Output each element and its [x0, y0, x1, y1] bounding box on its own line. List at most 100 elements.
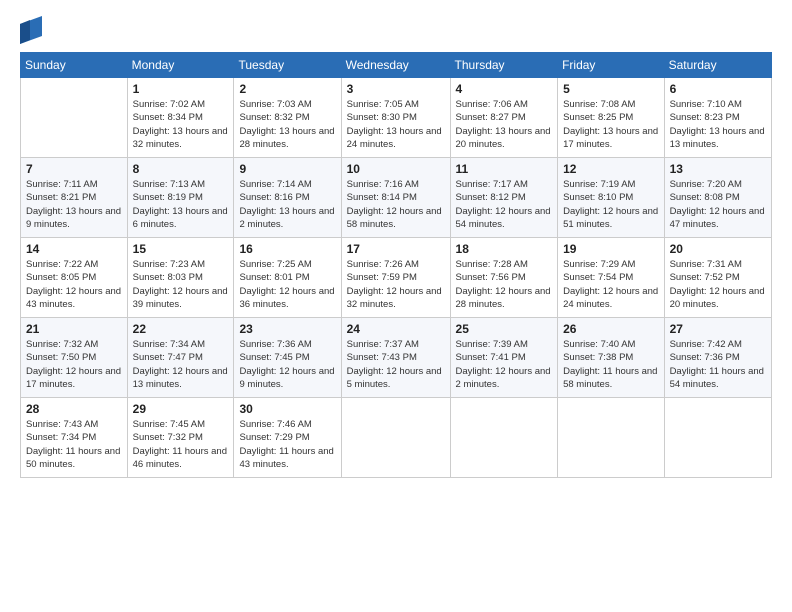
cell-sunset: Sunset: 8:19 PM	[133, 191, 229, 204]
calendar-cell: 19 Sunrise: 7:29 AMSunset: 7:54 PMDayligh…	[558, 238, 664, 318]
page: SundayMondayTuesdayWednesdayThursdayFrid…	[0, 0, 792, 612]
cell-sunrise: Sunrise: 7:14 AM	[239, 178, 335, 191]
cell-daylight: Daylight: 12 hours and 24 minutes.	[563, 285, 658, 312]
cell-sun-info: Sunrise: 7:13 AMSunset: 8:19 PMDaylight:…	[133, 178, 229, 231]
weekday-header-row: SundayMondayTuesdayWednesdayThursdayFrid…	[21, 53, 772, 78]
cell-sun-info: Sunrise: 7:31 AMSunset: 7:52 PMDaylight:…	[670, 258, 766, 311]
cell-day-number: 4	[456, 82, 553, 96]
cell-daylight: Daylight: 13 hours and 2 minutes.	[239, 205, 335, 232]
cell-sun-info: Sunrise: 7:37 AMSunset: 7:43 PMDaylight:…	[347, 338, 445, 391]
cell-sun-info: Sunrise: 7:11 AMSunset: 8:21 PMDaylight:…	[26, 178, 122, 231]
cell-daylight: Daylight: 11 hours and 54 minutes.	[670, 365, 766, 392]
cell-sun-info: Sunrise: 7:25 AMSunset: 8:01 PMDaylight:…	[239, 258, 335, 311]
cell-day-number: 8	[133, 162, 229, 176]
calendar-cell: 22Sunrise: 7:34 AMSunset: 7:47 PMDayligh…	[127, 318, 234, 398]
cell-day-number: 17	[347, 242, 445, 256]
cell-daylight: Daylight: 13 hours and 9 minutes.	[26, 205, 122, 232]
cell-sunset: Sunset: 7:50 PM	[26, 351, 122, 364]
calendar-cell: 12Sunrise: 7:19 AMSunset: 8:10 PMDayligh…	[558, 158, 664, 238]
cell-sunset: Sunset: 7:41 PM	[456, 351, 553, 364]
cell-day-number: 15	[133, 242, 229, 256]
cell-sunrise: Sunrise: 7:11 AM	[26, 178, 122, 191]
cell-sunset: Sunset: 7:32 PM	[133, 431, 229, 444]
cell-daylight: Daylight: 12 hours and 54 minutes.	[456, 205, 553, 232]
cell-sunrise: Sunrise: 7:42 AM	[670, 338, 766, 351]
cell-sunset: Sunset: 8:08 PM	[670, 191, 766, 204]
cell-sunset: Sunset: 8:12 PM	[456, 191, 553, 204]
calendar-cell: 25 Sunrise: 7:39 AMSunset: 7:41 PMDayligh…	[450, 318, 558, 398]
calendar-cell: 4Sunrise: 7:06 AMSunset: 8:27 PMDaylight…	[450, 78, 558, 158]
cell-sun-info: Sunrise: 7:26 AMSunset: 7:59 PMDaylight:…	[347, 258, 445, 311]
cell-sun-info: Sunrise: 7:02 AMSunset: 8:34 PMDaylight:…	[133, 98, 229, 151]
cell-sun-info: Sunrise: 7:23 AMSunset: 8:03 PMDaylight:…	[133, 258, 229, 311]
cell-day-number: 2	[239, 82, 335, 96]
cell-sunset: Sunset: 8:14 PM	[347, 191, 445, 204]
cell-day-number: 16	[239, 242, 335, 256]
cell-sun-info: Sunrise: 7:46 AMSunset: 7:29 PMDaylight:…	[239, 418, 335, 471]
cell-sunrise: Sunrise: 7:29 AM	[563, 258, 658, 271]
cell-sun-info: Sunrise: 7:29 AMSunset: 7:54 PMDaylight:…	[563, 258, 658, 311]
calendar-table: SundayMondayTuesdayWednesdayThursdayFrid…	[20, 52, 772, 478]
cell-day-number: 25	[456, 322, 553, 336]
cell-sunset: Sunset: 7:54 PM	[563, 271, 658, 284]
cell-sunrise: Sunrise: 7:08 AM	[563, 98, 658, 111]
calendar-cell: 10Sunrise: 7:16 AMSunset: 8:14 PMDayligh…	[341, 158, 450, 238]
cell-sunrise: Sunrise: 7:31 AM	[670, 258, 766, 271]
cell-day-number: 10	[347, 162, 445, 176]
cell-day-number: 19	[563, 242, 658, 256]
weekday-header-saturday: Saturday	[664, 53, 771, 78]
cell-sun-info: Sunrise: 7:39 AMSunset: 7:41 PMDaylight:…	[456, 338, 553, 391]
calendar-week-2: 7Sunrise: 7:11 AMSunset: 8:21 PMDaylight…	[21, 158, 772, 238]
calendar-cell: 18Sunrise: 7:28 AMSunset: 7:56 PMDayligh…	[450, 238, 558, 318]
calendar-cell: 28Sunrise: 7:43 AMSunset: 7:34 PMDayligh…	[21, 398, 128, 478]
cell-sunrise: Sunrise: 7:23 AM	[133, 258, 229, 271]
cell-sunrise: Sunrise: 7:46 AM	[239, 418, 335, 431]
cell-daylight: Daylight: 13 hours and 6 minutes.	[133, 205, 229, 232]
cell-daylight: Daylight: 12 hours and 58 minutes.	[347, 205, 445, 232]
cell-day-number: 26	[563, 322, 658, 336]
calendar-cell: 29Sunrise: 7:45 AMSunset: 7:32 PMDayligh…	[127, 398, 234, 478]
calendar-cell: 6Sunrise: 7:10 AMSunset: 8:23 PMDaylight…	[664, 78, 771, 158]
cell-sunrise: Sunrise: 7:26 AM	[347, 258, 445, 271]
weekday-header-thursday: Thursday	[450, 53, 558, 78]
cell-sunrise: Sunrise: 7:02 AM	[133, 98, 229, 111]
cell-sunrise: Sunrise: 7:05 AM	[347, 98, 445, 111]
cell-sunset: Sunset: 8:34 PM	[133, 111, 229, 124]
cell-daylight: Daylight: 13 hours and 20 minutes.	[456, 125, 553, 152]
cell-sunset: Sunset: 7:36 PM	[670, 351, 766, 364]
calendar-cell: 11Sunrise: 7:17 AMSunset: 8:12 PMDayligh…	[450, 158, 558, 238]
calendar-week-5: 28Sunrise: 7:43 AMSunset: 7:34 PMDayligh…	[21, 398, 772, 478]
calendar-cell: 2Sunrise: 7:03 AMSunset: 8:32 PMDaylight…	[234, 78, 341, 158]
weekday-header-wednesday: Wednesday	[341, 53, 450, 78]
cell-day-number: 14	[26, 242, 122, 256]
cell-sunset: Sunset: 7:56 PM	[456, 271, 553, 284]
calendar-week-1: 1Sunrise: 7:02 AMSunset: 8:34 PMDaylight…	[21, 78, 772, 158]
cell-sunset: Sunset: 8:05 PM	[26, 271, 122, 284]
cell-sunset: Sunset: 8:16 PM	[239, 191, 335, 204]
cell-sunrise: Sunrise: 7:10 AM	[670, 98, 766, 111]
cell-sunset: Sunset: 7:47 PM	[133, 351, 229, 364]
cell-sunrise: Sunrise: 7:22 AM	[26, 258, 122, 271]
calendar-cell: 1 Sunrise: 7:02 AMSunset: 8:34 PMDaylight…	[127, 78, 234, 158]
cell-sun-info: Sunrise: 7:19 AMSunset: 8:10 PMDaylight:…	[563, 178, 658, 231]
header	[20, 18, 772, 44]
cell-daylight: Daylight: 13 hours and 32 minutes.	[133, 125, 229, 152]
cell-sunrise: Sunrise: 7:34 AM	[133, 338, 229, 351]
cell-day-number: 3	[347, 82, 445, 96]
cell-day-number: 21	[26, 322, 122, 336]
cell-sunrise: Sunrise: 7:13 AM	[133, 178, 229, 191]
cell-sunrise: Sunrise: 7:36 AM	[239, 338, 335, 351]
cell-sunrise: Sunrise: 7:39 AM	[456, 338, 553, 351]
cell-day-number: 1	[133, 82, 229, 96]
calendar-cell: 23Sunrise: 7:36 AMSunset: 7:45 PMDayligh…	[234, 318, 341, 398]
cell-sunset: Sunset: 7:29 PM	[239, 431, 335, 444]
calendar-cell: 13Sunrise: 7:20 AMSunset: 8:08 PMDayligh…	[664, 158, 771, 238]
cell-day-number: 20	[670, 242, 766, 256]
cell-daylight: Daylight: 12 hours and 28 minutes.	[456, 285, 553, 312]
cell-sunrise: Sunrise: 7:28 AM	[456, 258, 553, 271]
cell-sunrise: Sunrise: 7:32 AM	[26, 338, 122, 351]
cell-sun-info: Sunrise: 7:20 AMSunset: 8:08 PMDaylight:…	[670, 178, 766, 231]
cell-daylight: Daylight: 13 hours and 13 minutes.	[670, 125, 766, 152]
cell-sun-info: Sunrise: 7:10 AMSunset: 8:23 PMDaylight:…	[670, 98, 766, 151]
calendar-cell	[21, 78, 128, 158]
